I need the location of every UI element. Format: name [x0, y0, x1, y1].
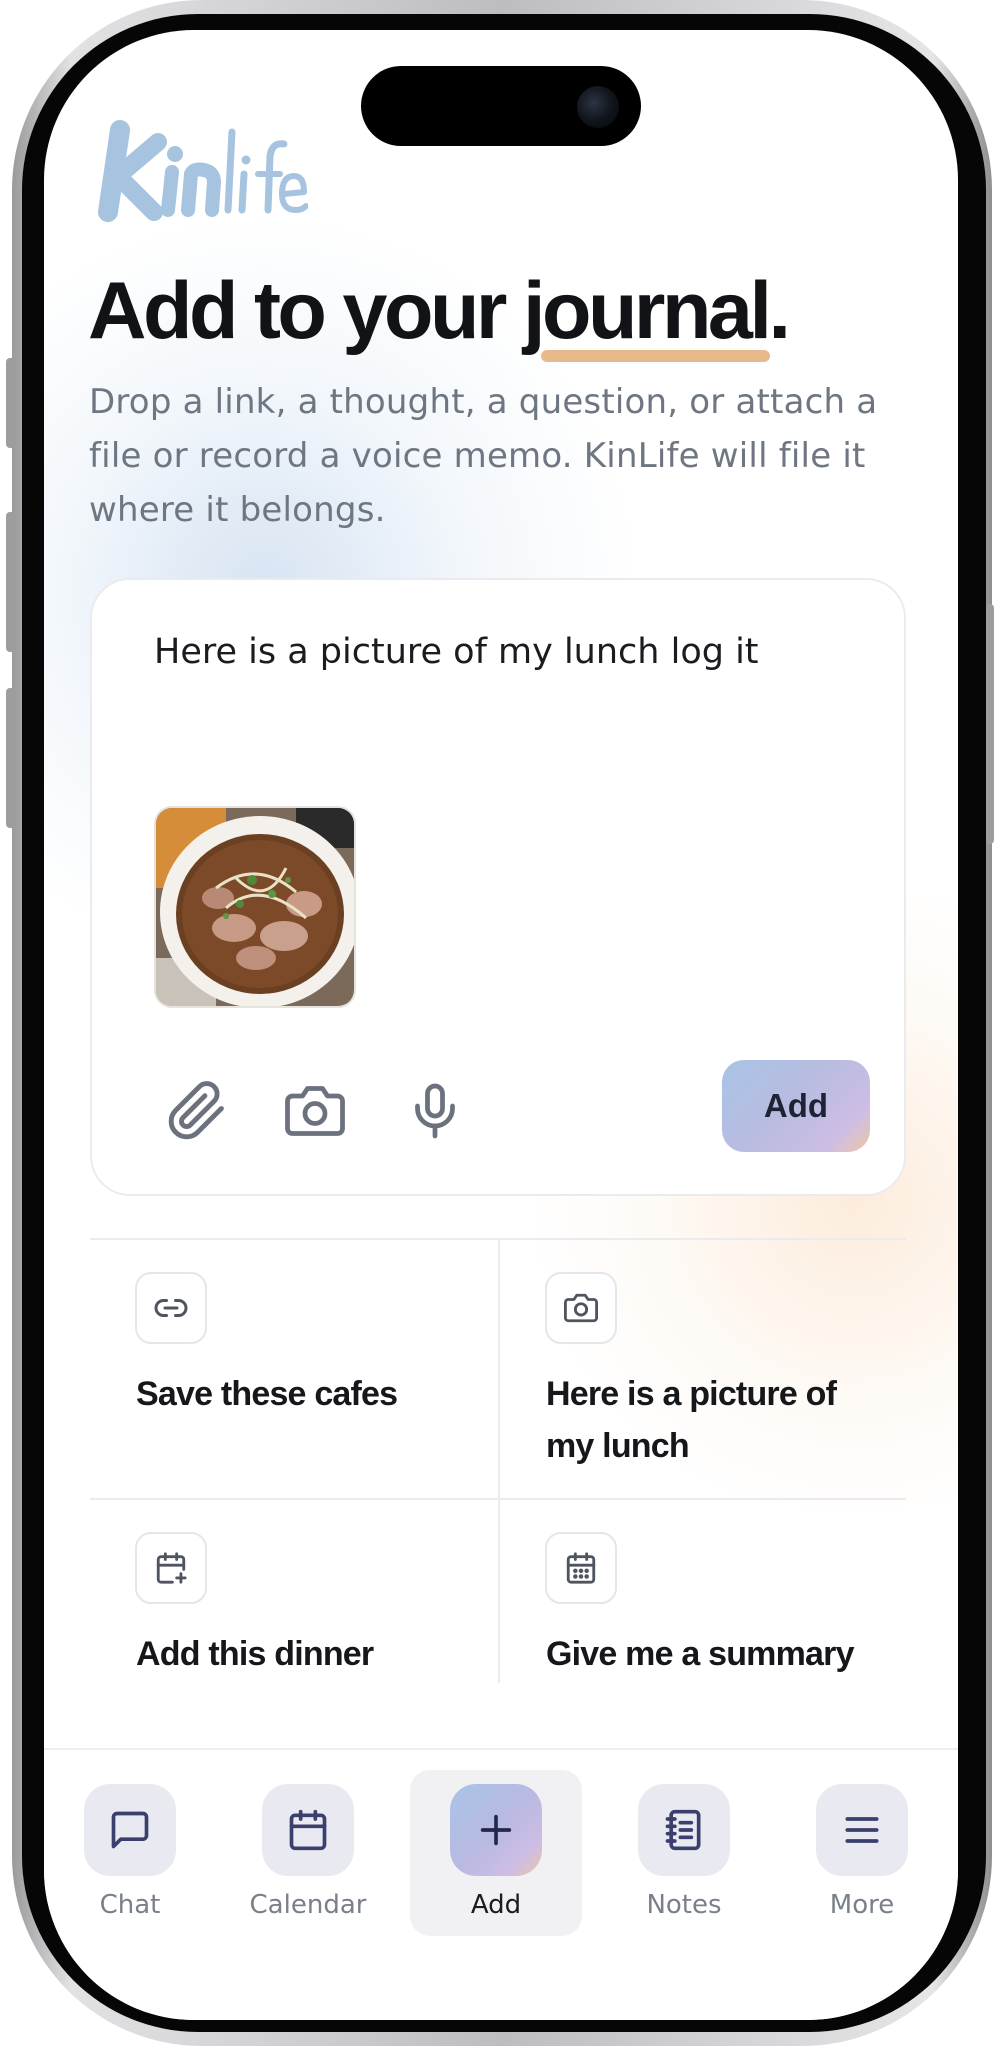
- plus-icon: [450, 1784, 542, 1876]
- nav-more[interactable]: More: [776, 1770, 948, 1936]
- front-camera: [577, 86, 619, 128]
- attached-photo-thumbnail[interactable]: [154, 806, 356, 1008]
- suggestion-add-dinner[interactable]: Add this dinner: [90, 1498, 498, 1683]
- page-title: Add to your journal.: [88, 266, 791, 362]
- nav-calendar[interactable]: Calendar: [222, 1770, 394, 1936]
- dynamic-island: [361, 66, 641, 146]
- link-icon: [135, 1272, 207, 1344]
- page-subtitle: Drop a link, a thought, a question, or a…: [89, 382, 878, 530]
- composer-input[interactable]: Here is a picture of my lunch log it: [154, 632, 759, 672]
- chat-bubble-icon: [84, 1784, 176, 1876]
- attach-file-button[interactable]: [162, 1076, 232, 1146]
- microphone-icon: [415, 1083, 455, 1139]
- bottom-nav: Chat Calendar Add Notes More: [44, 1748, 958, 2020]
- camera-button[interactable]: [280, 1076, 350, 1146]
- headline-highlight: journal: [522, 266, 772, 362]
- action-button: [6, 358, 16, 448]
- add-submit-button[interactable]: Add: [722, 1060, 870, 1152]
- nav-add[interactable]: Add: [410, 1770, 582, 1936]
- nav-notes[interactable]: Notes: [598, 1770, 770, 1936]
- camera-icon: [285, 1086, 345, 1136]
- suggestions-grid: Save these cafes Here is a picture of my…: [90, 1238, 906, 1683]
- composer-card: Here is a picture of my lunch log it Add: [90, 578, 906, 1196]
- calendar-grid-icon: [545, 1532, 617, 1604]
- volume-down-button: [6, 688, 16, 828]
- paperclip-icon: [168, 1081, 224, 1140]
- power-button: [986, 604, 994, 844]
- camera-icon: [545, 1272, 617, 1344]
- notebook-icon: [638, 1784, 730, 1876]
- kinlife-logo: kinlife: [98, 116, 309, 226]
- suggestion-lunch-picture[interactable]: Here is a picture of my lunch: [498, 1240, 906, 1500]
- voice-memo-button[interactable]: [400, 1076, 470, 1146]
- calendar-icon: [262, 1784, 354, 1876]
- nav-chat[interactable]: Chat: [44, 1770, 216, 1936]
- calendar-plus-icon: [135, 1532, 207, 1604]
- app-screen: kinlife: [44, 30, 958, 2020]
- volume-up-button: [6, 512, 16, 652]
- hamburger-menu-icon: [816, 1784, 908, 1876]
- suggestion-summary[interactable]: Give me a summary: [498, 1498, 906, 1683]
- suggestion-save-cafes[interactable]: Save these cafes: [90, 1240, 498, 1500]
